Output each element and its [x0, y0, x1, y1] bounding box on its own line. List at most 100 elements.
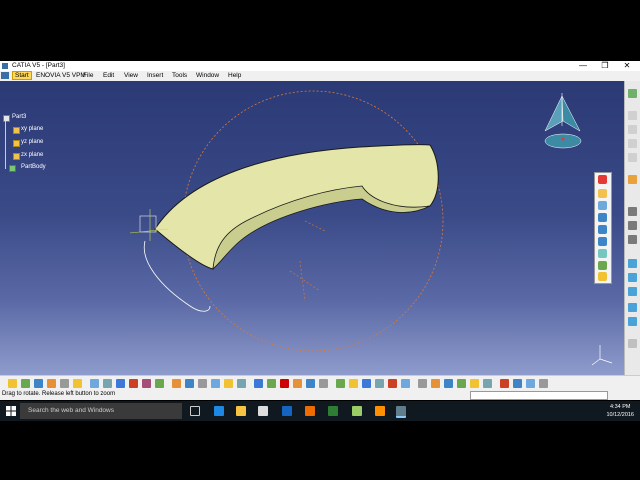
- tool-icon[interactable]: [628, 139, 637, 148]
- menu-insert[interactable]: Insert: [147, 72, 163, 79]
- tool-icon[interactable]: [628, 273, 637, 282]
- edge-icon[interactable]: [214, 406, 224, 416]
- command-input[interactable]: [470, 391, 608, 400]
- toolbar-button-icon[interactable]: [293, 379, 302, 388]
- toolbar-button-icon[interactable]: [103, 379, 112, 388]
- tool-icon[interactable]: [628, 111, 637, 120]
- toolbar-button-icon[interactable]: [142, 379, 151, 388]
- toolbar-button-icon[interactable]: [457, 379, 466, 388]
- windows-logo-icon[interactable]: [6, 406, 16, 416]
- toolbar-button-icon[interactable]: [306, 379, 315, 388]
- sketch-icon[interactable]: [628, 175, 637, 184]
- toolbar-button-icon[interactable]: [155, 379, 164, 388]
- toolbar-button-icon[interactable]: [349, 379, 358, 388]
- 3d-viewport[interactable]: Part3 xy plane yz plane zx plane PartBod…: [0, 81, 640, 375]
- toolbar-button-icon[interactable]: [526, 379, 535, 388]
- tree-item-xy-plane[interactable]: xy plane: [21, 126, 43, 132]
- app-menu-icon[interactable]: [1, 72, 9, 79]
- toolbar-button-icon[interactable]: [60, 379, 69, 388]
- toolbar-button-icon[interactable]: [129, 379, 138, 388]
- menu-file[interactable]: File: [83, 72, 93, 79]
- toolbar-button-icon[interactable]: [237, 379, 246, 388]
- vlc-icon[interactable]: [375, 406, 385, 416]
- taskbar-search[interactable]: Search the web and Windows: [20, 403, 182, 419]
- tool-icon[interactable]: [598, 272, 607, 281]
- clock-date: 10/12/2016: [606, 412, 634, 418]
- menu-help[interactable]: Help: [228, 72, 241, 79]
- taskbar: Search the web and Windows 4:34 PM 10/12…: [0, 401, 640, 421]
- tool-icon[interactable]: [628, 153, 637, 162]
- toolbar-button-icon[interactable]: [267, 379, 276, 388]
- toolbar-button-icon[interactable]: [21, 379, 30, 388]
- toolbar-button-icon[interactable]: [34, 379, 43, 388]
- outlook-icon[interactable]: [282, 406, 292, 416]
- tool-icon[interactable]: [628, 125, 637, 134]
- toolbar-button-icon[interactable]: [116, 379, 125, 388]
- task-view-icon[interactable]: [190, 406, 200, 416]
- toolbar-button-icon[interactable]: [500, 379, 509, 388]
- toolbar-button-icon[interactable]: [280, 379, 289, 388]
- menu-window[interactable]: Window: [196, 72, 219, 79]
- select-icon[interactable]: [628, 89, 637, 98]
- tool-icon[interactable]: [628, 259, 637, 268]
- line-icon[interactable]: [628, 221, 637, 230]
- toolbar-button-icon[interactable]: [539, 379, 548, 388]
- tool-icon[interactable]: [628, 303, 637, 312]
- toolbar-button-icon[interactable]: [254, 379, 263, 388]
- toolbar-button-icon[interactable]: [431, 379, 440, 388]
- toolbar-button-icon[interactable]: [444, 379, 453, 388]
- menu-view[interactable]: View: [124, 72, 138, 79]
- close-button[interactable]: ✕: [620, 61, 634, 71]
- app-icon[interactable]: [352, 406, 362, 416]
- tree-item-yz-plane[interactable]: yz plane: [21, 139, 43, 145]
- excel-icon[interactable]: [328, 406, 338, 416]
- toolbar-button-icon[interactable]: [362, 379, 371, 388]
- tool-icon[interactable]: [628, 339, 637, 348]
- menu-enovia[interactable]: ENOVIA V5 VPM: [36, 72, 86, 79]
- toolbar-button-icon[interactable]: [73, 379, 82, 388]
- menu-start[interactable]: Start: [12, 71, 32, 80]
- toolbar-button-icon[interactable]: [483, 379, 492, 388]
- plane-tool-icon[interactable]: [628, 235, 637, 244]
- tool-icon[interactable]: [628, 287, 637, 296]
- toolbar-button-icon[interactable]: [198, 379, 207, 388]
- toolbar-button-icon[interactable]: [211, 379, 220, 388]
- toolbar-button-icon[interactable]: [401, 379, 410, 388]
- toolbar-button-icon[interactable]: [90, 379, 99, 388]
- restore-button[interactable]: ❐: [598, 61, 612, 71]
- toolbar-button-icon[interactable]: [8, 379, 17, 388]
- catia-taskbar-icon[interactable]: [396, 406, 406, 418]
- tool-icon[interactable]: [598, 213, 607, 222]
- toolbar-button-icon[interactable]: [375, 379, 384, 388]
- tool-icon[interactable]: [598, 261, 607, 270]
- toolbar-button-icon[interactable]: [224, 379, 233, 388]
- point-icon[interactable]: [628, 207, 637, 216]
- close-icon[interactable]: [598, 175, 607, 184]
- toolbar-button-icon[interactable]: [319, 379, 328, 388]
- tree-item-partbody[interactable]: PartBody: [21, 164, 46, 170]
- tool-icon[interactable]: [598, 189, 607, 198]
- tool-icon[interactable]: [628, 317, 637, 326]
- store-icon[interactable]: [258, 406, 268, 416]
- tool-icon[interactable]: [598, 237, 607, 246]
- tree-root[interactable]: Part3: [12, 114, 26, 120]
- tool-icon[interactable]: [598, 225, 607, 234]
- tool-icon[interactable]: [598, 249, 607, 258]
- toolbar-button-icon[interactable]: [513, 379, 522, 388]
- compass-icon[interactable]: [544, 93, 582, 149]
- toolbar-button-icon[interactable]: [388, 379, 397, 388]
- toolbar-button-icon[interactable]: [47, 379, 56, 388]
- menu-edit[interactable]: Edit: [103, 72, 114, 79]
- minimize-button[interactable]: —: [576, 61, 590, 71]
- firefox-icon[interactable]: [305, 406, 315, 416]
- toolbar-button-icon[interactable]: [172, 379, 181, 388]
- menu-tools[interactable]: Tools: [172, 72, 187, 79]
- clock[interactable]: 4:34 PM 10/12/2016: [606, 403, 634, 419]
- tree-item-zx-plane[interactable]: zx plane: [21, 152, 43, 158]
- toolbar-button-icon[interactable]: [336, 379, 345, 388]
- toolbar-button-icon[interactable]: [470, 379, 479, 388]
- tool-icon[interactable]: [598, 201, 607, 210]
- toolbar-button-icon[interactable]: [418, 379, 427, 388]
- toolbar-button-icon[interactable]: [185, 379, 194, 388]
- file-explorer-icon[interactable]: [236, 406, 246, 416]
